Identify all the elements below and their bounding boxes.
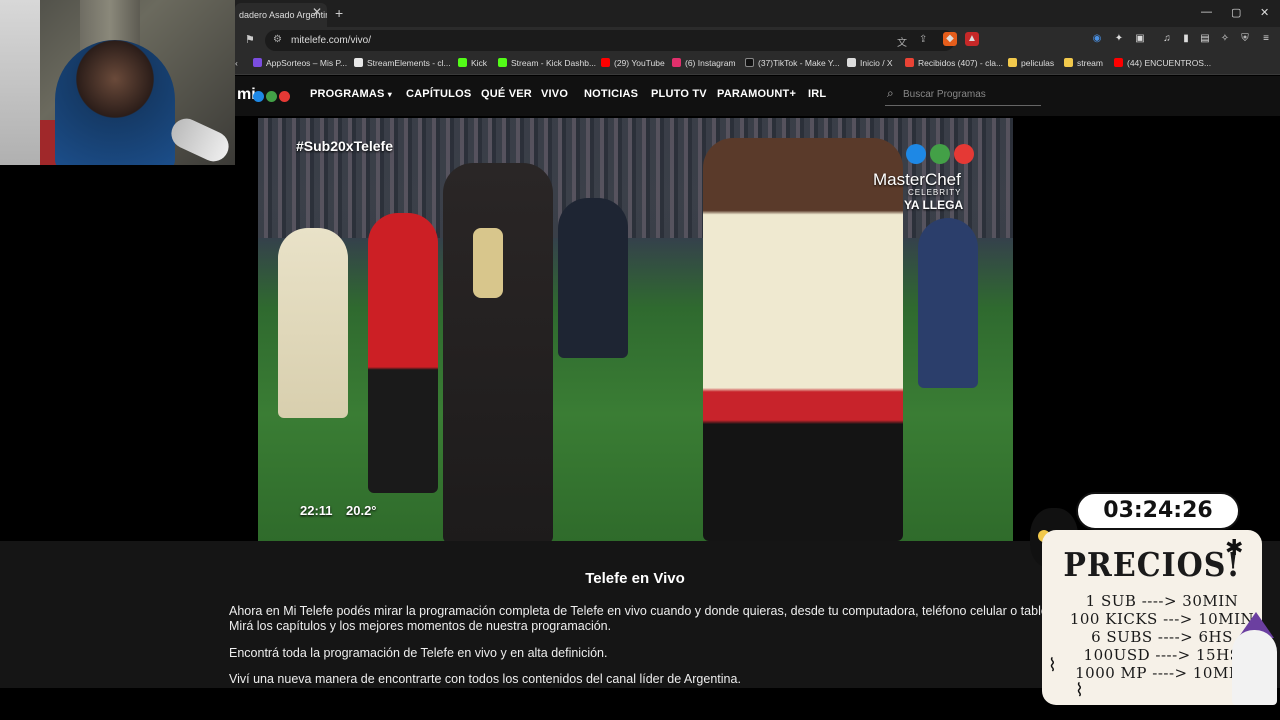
youtube-icon [1114, 58, 1123, 67]
chevron-down-icon: ▾ [387, 90, 393, 99]
x-icon [847, 58, 856, 67]
translate-icon[interactable]: 文 [897, 34, 907, 49]
media-icon[interactable]: ♫ [1160, 32, 1174, 46]
webcam-feed [0, 0, 235, 165]
brave-shield-icon[interactable]: ◆ [943, 32, 957, 46]
nav-paramount[interactable]: PARAMOUNT+ [717, 88, 796, 100]
channel-dot-blue [906, 144, 926, 164]
extensions-icon[interactable]: ✦ [1112, 32, 1126, 46]
bookmark-item[interactable]: Inicio / X [847, 58, 893, 68]
wallet-icon[interactable]: ▤ [1198, 32, 1212, 46]
url-text: mitelefe.com/vivo/ [291, 35, 372, 46]
nav-capitulos[interactable]: CAPÍTULOS [406, 88, 471, 100]
channel-dot-red [954, 144, 974, 164]
bookmark-folder[interactable]: stream [1064, 58, 1103, 68]
nav-vivo[interactable]: VIVO [541, 88, 568, 100]
streamer [55, 40, 175, 165]
search-icon[interactable]: ⌕ [887, 86, 894, 101]
promo-brand: MasterChef [873, 170, 961, 189]
logo-dot-blue [253, 91, 264, 102]
tiktok-icon [745, 58, 754, 67]
tab-close-icon[interactable]: ✕ [312, 5, 324, 19]
menu-icon[interactable]: ≡ [1259, 32, 1273, 46]
promo-sub: CELEBRITY [908, 188, 962, 197]
officials [558, 198, 628, 358]
leo-icon[interactable]: ✧ [1218, 32, 1232, 46]
streamelements-icon [354, 58, 363, 67]
kick-icon [498, 58, 507, 67]
screenshot-icon[interactable]: ▣ [1133, 32, 1147, 46]
video-clock: 22:11 [300, 503, 333, 518]
bookmark-item[interactable]: Stream - Kick Dashb... [498, 58, 596, 68]
bookmark-item[interactable]: (6) Instagram [672, 58, 736, 68]
search-box: ⌕ [885, 84, 1041, 106]
logo-dot-green [266, 91, 277, 102]
new-tab-button[interactable]: + [335, 5, 343, 21]
nav-que-ver[interactable]: QUÉ VER [481, 88, 532, 100]
bookmark-item[interactable]: AppSorteos – Mis P... [253, 58, 347, 68]
audio-extension-icon[interactable]: ◉ [1090, 32, 1104, 46]
site-info-icon[interactable]: ⚙ [273, 34, 282, 45]
video-temperature: 20.2° [346, 503, 377, 518]
price-row: 100 KICKS ---> 10MIN [1069, 610, 1255, 628]
video-hashtag: #Sub20xTelefe [296, 138, 394, 154]
nav-irl[interactable]: IRL [808, 88, 826, 100]
instagram-icon [672, 58, 681, 67]
person-with-trophy [443, 163, 553, 541]
bookmark-item[interactable]: Kick [458, 58, 487, 68]
live-video-player[interactable]: #Sub20xTelefe MasterChef CELEBRITY YA LL… [258, 118, 1013, 541]
info-paragraph: Encontrá toda la programación de Telefe … [229, 646, 608, 660]
bookmark-item[interactable]: (29) YouTube [601, 58, 665, 68]
kick-icon [458, 58, 467, 67]
bookmark-item[interactable]: (44) ENCUENTROS... [1114, 58, 1211, 68]
spider-icon: ✱ [1225, 535, 1244, 560]
trophy [473, 228, 503, 298]
url-field[interactable]: ⚙ mitelefe.com/vivo/ 文 ⇪ [265, 30, 955, 51]
gmail-icon [905, 58, 914, 67]
price-row: 6 SUBS ----> 6HS [1091, 628, 1233, 646]
folder-icon [1064, 58, 1073, 67]
bookmark-item[interactable]: Recibidos (407) - cla... [905, 58, 1003, 68]
person-red-jacket [368, 213, 438, 493]
nav-programas[interactable]: PROGRAMAS ▾ [310, 88, 392, 100]
price-row: 1 SUB ----> 30MIN [1085, 592, 1239, 610]
webcam-shelf [0, 0, 40, 165]
minimize-button[interactable]: — [1201, 6, 1212, 18]
microphone [166, 113, 234, 165]
bookmark-item[interactable]: (37)TikTok - Make Y... [745, 58, 840, 68]
logo-dot-red [279, 91, 290, 102]
tagline-paragraph: Viví una nueva manera de encontrarte con… [229, 672, 741, 686]
dancer-left [278, 228, 348, 418]
intro-paragraph: Ahora en Mi Telefe podés mirar la progra… [229, 604, 1055, 633]
share-icon[interactable]: ⇪ [919, 34, 927, 45]
player-blue [918, 218, 978, 388]
bookmark-item[interactable]: StreamElements - cl... [354, 58, 451, 68]
bat-icon: ⌇ [1048, 655, 1057, 675]
brave-rewards-icon[interactable]: ▲ [965, 32, 979, 46]
address-bar-row: ⚑ ⚙ mitelefe.com/vivo/ 文 ⇪ ◆ ▲ ◉ ✦ ▣ ♫ ▮… [235, 27, 1280, 54]
nav-pluto-tv[interactable]: PLUTO TV [651, 88, 707, 100]
close-window-button[interactable]: ✕ [1260, 6, 1269, 19]
ghost-decoration [1232, 630, 1277, 705]
bookmark-icon[interactable]: ⚑ [245, 33, 255, 46]
vpn-icon[interactable]: ⛨ [1238, 32, 1252, 46]
nav-noticias[interactable]: NOTICIAS [584, 88, 638, 100]
channel-dot-green [930, 144, 950, 164]
site-header: mi PROGRAMAS ▾ CAPÍTULOS QUÉ VER VIVO NO… [235, 76, 1280, 116]
bat-icon: ⌇ [1075, 680, 1084, 700]
tab-bar: dadero Asado Argentino ✕ + — ▢ ✕ [235, 0, 1280, 27]
bookmark-overflow[interactable]: ‹ [235, 58, 238, 68]
promo-cta: YA LLEGA [904, 198, 964, 212]
appsorteos-icon [253, 58, 262, 67]
maximize-button[interactable]: ▢ [1231, 6, 1241, 19]
dancer-foreground [703, 138, 903, 541]
bookmark-folder[interactable]: peliculas [1008, 58, 1054, 68]
folder-icon [1008, 58, 1017, 67]
bookmarks-bar: ‹ AppSorteos – Mis P... StreamElements -… [235, 54, 1280, 75]
stream-timer: 03:24:26 [1076, 492, 1240, 530]
youtube-icon [601, 58, 610, 67]
search-input[interactable] [903, 87, 1038, 102]
video-area: #Sub20xTelefe MasterChef CELEBRITY YA LL… [235, 116, 1280, 541]
sidebar-icon[interactable]: ▮ [1179, 32, 1193, 46]
